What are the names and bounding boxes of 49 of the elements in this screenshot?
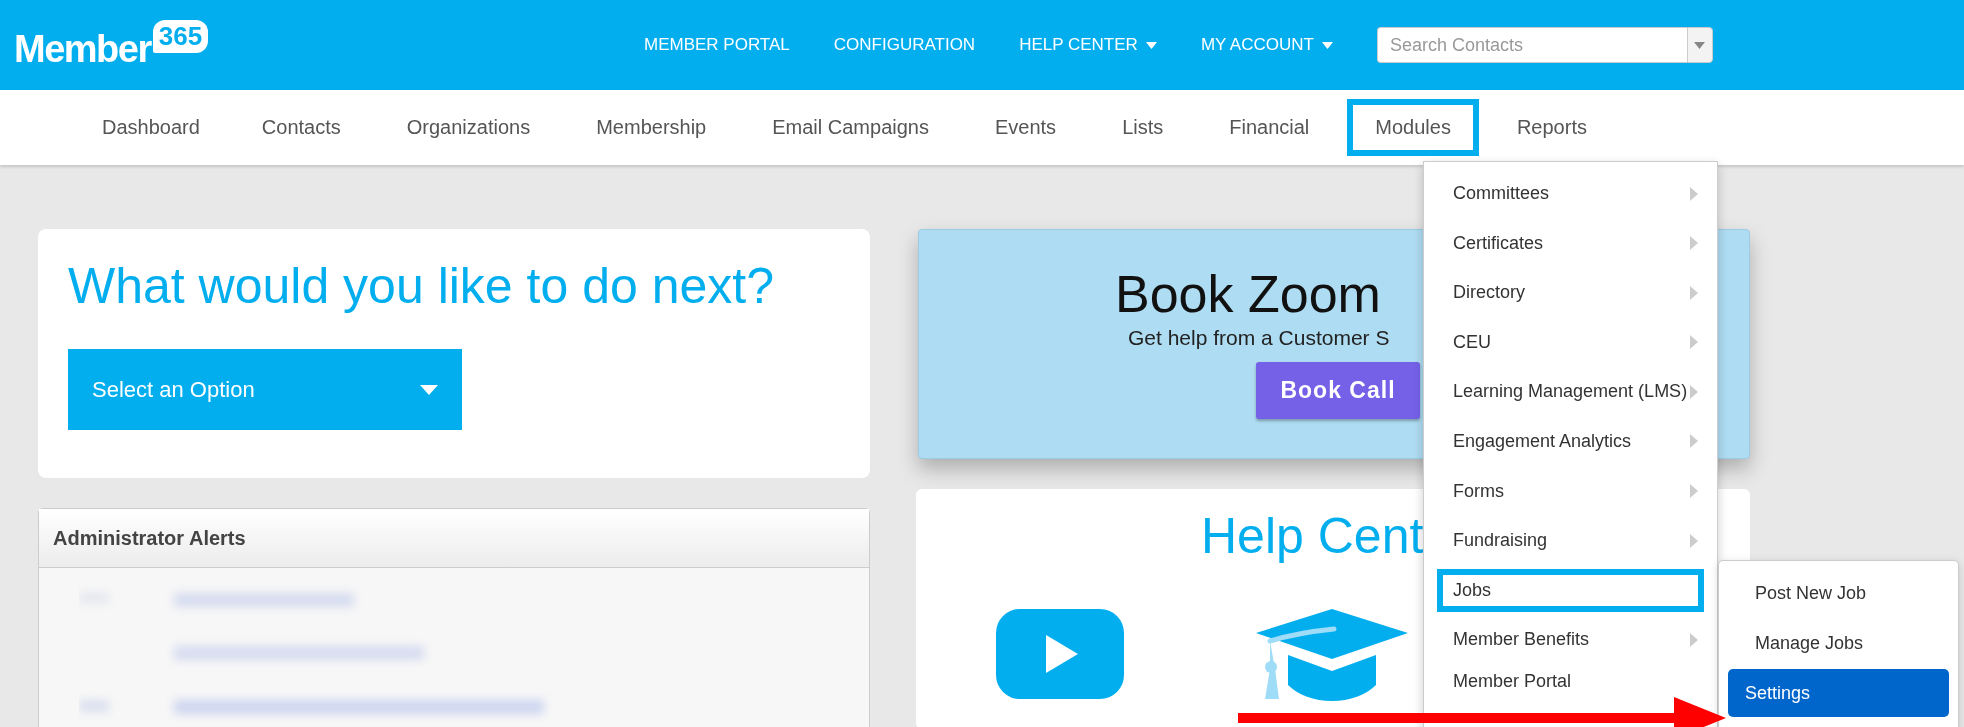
- chevron-right-icon: [1690, 236, 1698, 251]
- menu-item[interactable]: Learning Management (LMS): [1437, 370, 1704, 414]
- chevron-right-icon: [1690, 384, 1698, 399]
- nav-item[interactable]: Events: [966, 99, 1085, 156]
- nav-item[interactable]: Modules: [1347, 99, 1479, 156]
- chevron-right-icon: [1690, 484, 1698, 499]
- search-dropdown-button[interactable]: [1686, 27, 1713, 63]
- caret-icon: [1145, 41, 1157, 49]
- card-title: Help Cent: [1201, 507, 1424, 565]
- play-icon[interactable]: [996, 609, 1124, 699]
- menu-item[interactable]: Forms: [1437, 469, 1704, 513]
- menu-item[interactable]: Directory: [1437, 271, 1704, 315]
- submenu-item[interactable]: Manage Jobs: [1728, 619, 1949, 667]
- menu-item[interactable]: Fundraising: [1437, 519, 1704, 563]
- submenu-item[interactable]: Post New Job: [1728, 569, 1949, 617]
- menu-item[interactable]: Member Benefits: [1437, 618, 1704, 662]
- menu-item[interactable]: Engagement Analytics: [1437, 419, 1704, 463]
- card-subtitle: Get help from a Customer S: [1128, 326, 1390, 350]
- caret-icon: [420, 384, 438, 395]
- menu-item[interactable]: CEU: [1437, 320, 1704, 364]
- nav-item[interactable]: Contacts: [233, 99, 369, 156]
- menu-item[interactable]: Certificates: [1437, 221, 1704, 265]
- chevron-right-icon: [1690, 632, 1698, 647]
- card-title: Book Zoom: [1115, 264, 1381, 324]
- card-title: What would you like to do next?: [68, 257, 775, 315]
- menu-item[interactable]: Jobs: [1437, 568, 1704, 612]
- chevron-right-icon: [1690, 533, 1698, 548]
- caret-icon: [1694, 41, 1706, 49]
- panel-title: Administrator Alerts: [39, 509, 869, 568]
- logo-badge: 365: [152, 19, 209, 53]
- logo-name: Member: [14, 27, 151, 71]
- nav-item[interactable]: Email Campaigns: [744, 99, 957, 156]
- nav-item[interactable]: Reports: [1488, 99, 1615, 156]
- submenu-item[interactable]: Settings: [1728, 669, 1949, 717]
- chevron-right-icon: [1690, 285, 1698, 300]
- chevron-right-icon: [1690, 186, 1698, 201]
- menu-item[interactable]: Committees: [1437, 172, 1704, 215]
- chevron-right-icon: [1690, 434, 1698, 449]
- nav-item[interactable]: Organizations: [378, 99, 559, 156]
- book-call-button[interactable]: Book Call: [1256, 362, 1420, 419]
- nav-item[interactable]: Financial: [1201, 99, 1338, 156]
- caret-icon: [1321, 41, 1333, 49]
- nav-item[interactable]: Dashboard: [74, 99, 228, 156]
- menu-item[interactable]: Member Portal: [1437, 667, 1704, 696]
- nav-item[interactable]: Membership: [568, 99, 735, 156]
- nav-item[interactable]: Lists: [1094, 99, 1192, 156]
- graduation-cap-icon[interactable]: [1256, 609, 1408, 701]
- chevron-right-icon: [1690, 335, 1698, 350]
- search-field[interactable]: Search Contacts: [1376, 27, 1687, 63]
